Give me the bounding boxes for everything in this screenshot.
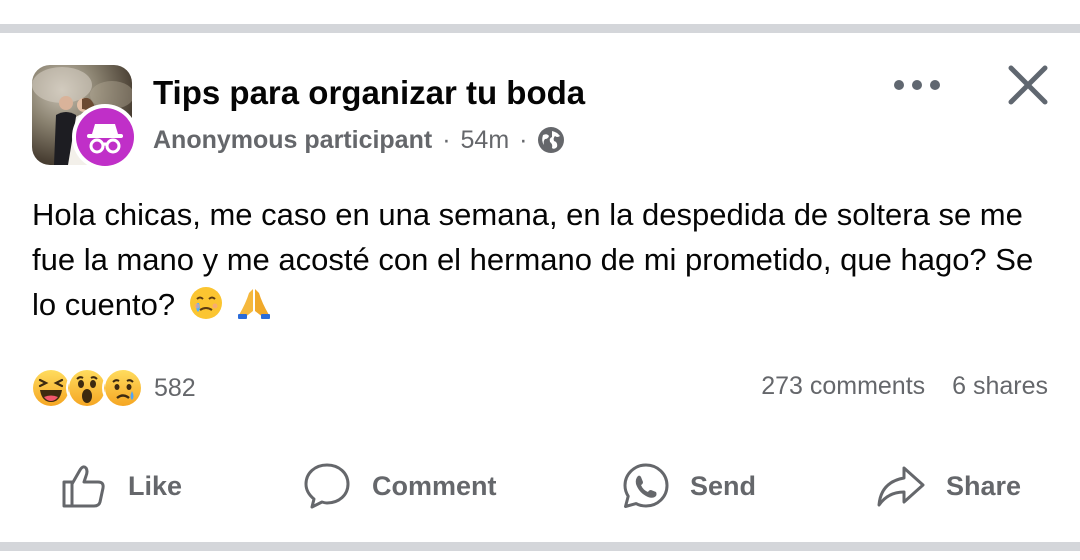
post-body-text: Hola chicas, me caso en una semana, en l… — [32, 197, 1034, 322]
like-button[interactable]: Like — [60, 456, 182, 516]
more-dot — [894, 80, 904, 90]
share-arrow-icon — [877, 466, 925, 507]
post-meta: Anonymous participant · 54m · — [153, 124, 565, 156]
post-time[interactable]: 54m — [461, 126, 510, 155]
send-button[interactable]: Send — [622, 456, 756, 516]
send-label: Send — [690, 470, 757, 501]
sad-reaction-icon — [102, 367, 144, 409]
group-name[interactable]: Tips para organizar tu boda — [153, 74, 585, 112]
more-dot — [930, 80, 940, 90]
reaction-count: 582 — [154, 373, 196, 402]
share-button[interactable]: Share — [876, 456, 1021, 516]
post-stats: 273 comments 6 shares — [761, 372, 1048, 401]
share-label: Share — [946, 470, 1022, 501]
more-options-button[interactable] — [890, 70, 944, 100]
shares-count-link[interactable]: 6 shares — [952, 372, 1048, 400]
more-dot — [912, 80, 922, 90]
comment-label: Comment — [372, 470, 497, 501]
action-bar: Like Comment Send Share — [0, 456, 1080, 516]
comment-button[interactable]: Comment — [302, 456, 497, 516]
meta-separator: · — [442, 125, 451, 154]
like-label: Like — [128, 470, 183, 501]
anonymous-badge — [72, 104, 138, 170]
meta-separator: · — [519, 125, 528, 154]
reactions-summary[interactable]: 582 — [30, 366, 196, 410]
bottom-divider — [0, 542, 1080, 551]
close-button[interactable] — [1003, 60, 1053, 110]
close-icon — [1008, 65, 1048, 105]
author-name[interactable]: Anonymous participant — [153, 126, 432, 155]
globe-icon — [537, 126, 565, 154]
top-divider — [0, 24, 1080, 33]
comment-icon — [304, 463, 350, 509]
whatsapp-icon — [623, 463, 669, 508]
comments-count-link[interactable]: 273 comments — [761, 372, 925, 400]
folded-hands-emoji — [236, 285, 272, 321]
incognito-icon — [76, 108, 134, 166]
post-body: Hola chicas, me caso en una semana, en l… — [32, 192, 1052, 327]
thumbs-up-icon — [62, 465, 105, 508]
face-holding-back-tears-emoji — [188, 285, 224, 321]
